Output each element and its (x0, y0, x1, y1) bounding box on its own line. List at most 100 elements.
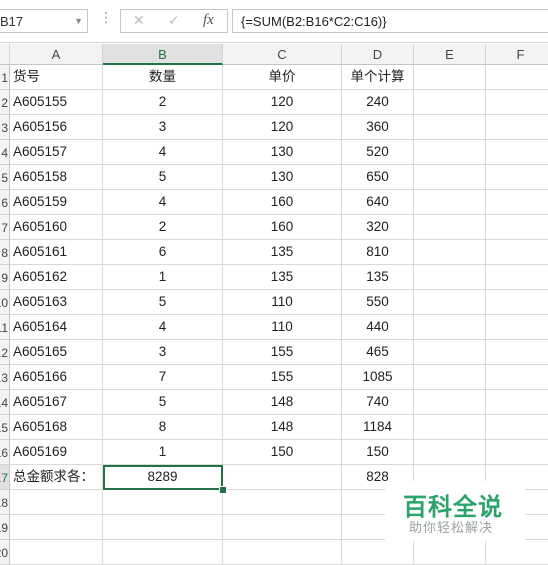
row-header[interactable]: 1 (0, 65, 10, 90)
cell-a2[interactable]: A605155 (10, 90, 103, 115)
row-header[interactable]: 3 (0, 115, 10, 140)
cell-b18[interactable] (103, 490, 223, 515)
cell-e14[interactable] (414, 390, 486, 415)
resize-handle-icon[interactable]: ⋮ (99, 9, 113, 26)
cell-f2[interactable] (486, 90, 548, 115)
row-header[interactable]: 14 (0, 390, 10, 415)
cell-f5[interactable] (486, 165, 548, 190)
cell-d8[interactable]: 810 (342, 240, 414, 265)
cell-a8[interactable]: A605161 (10, 240, 103, 265)
cell-e13[interactable] (414, 365, 486, 390)
column-header-b[interactable]: B (103, 44, 223, 65)
cell-d6[interactable]: 640 (342, 190, 414, 215)
column-header-f[interactable]: F (486, 44, 548, 65)
cell-c14[interactable]: 148 (223, 390, 342, 415)
cell-d16[interactable]: 150 (342, 440, 414, 465)
cell-c6[interactable]: 160 (223, 190, 342, 215)
cell-a12[interactable]: A605165 (10, 340, 103, 365)
cell-c10[interactable]: 110 (223, 290, 342, 315)
cell-e16[interactable] (414, 440, 486, 465)
row-header[interactable]: 7 (0, 215, 10, 240)
cell-e15[interactable] (414, 415, 486, 440)
cell-a20[interactable] (10, 540, 103, 565)
cell-a4[interactable]: A605157 (10, 140, 103, 165)
cell-c17[interactable] (223, 465, 342, 490)
cell-b1[interactable]: 数量 (103, 65, 223, 90)
cell-b7[interactable]: 2 (103, 215, 223, 240)
name-box[interactable]: B17 ▼ (0, 9, 88, 33)
cell-f13[interactable] (486, 365, 548, 390)
cell-f9[interactable] (486, 265, 548, 290)
enter-check-icon[interactable]: ✓ (168, 12, 180, 29)
cell-b11[interactable]: 4 (103, 315, 223, 340)
cell-f8[interactable] (486, 240, 548, 265)
row-header[interactable]: 4 (0, 140, 10, 165)
row-header[interactable]: 2 (0, 90, 10, 115)
cell-e10[interactable] (414, 290, 486, 315)
select-all-corner[interactable] (0, 44, 10, 65)
row-header[interactable]: 18 (0, 490, 10, 515)
cell-d20[interactable] (342, 540, 414, 565)
cell-b6[interactable]: 4 (103, 190, 223, 215)
cell-b5[interactable]: 5 (103, 165, 223, 190)
cell-a15[interactable]: A605168 (10, 415, 103, 440)
cell-c9[interactable]: 135 (223, 265, 342, 290)
cell-c5[interactable]: 130 (223, 165, 342, 190)
cell-a16[interactable]: A605169 (10, 440, 103, 465)
cell-c20[interactable] (223, 540, 342, 565)
cell-b20[interactable] (103, 540, 223, 565)
cell-f15[interactable] (486, 415, 548, 440)
row-header[interactable]: 8 (0, 240, 10, 265)
cell-f7[interactable] (486, 215, 548, 240)
row-header[interactable]: 19 (0, 515, 10, 540)
cell-c15[interactable]: 148 (223, 415, 342, 440)
insert-function-fx-icon[interactable]: fx (203, 12, 214, 29)
cell-d9[interactable]: 135 (342, 265, 414, 290)
cell-f14[interactable] (486, 390, 548, 415)
cell-d1[interactable]: 单个计算 (342, 65, 414, 90)
cell-c4[interactable]: 130 (223, 140, 342, 165)
cell-b9[interactable]: 1 (103, 265, 223, 290)
cell-a7[interactable]: A605160 (10, 215, 103, 240)
cell-d2[interactable]: 240 (342, 90, 414, 115)
cell-b12[interactable]: 3 (103, 340, 223, 365)
row-header[interactable]: 16 (0, 440, 10, 465)
cell-b10[interactable]: 5 (103, 290, 223, 315)
cell-c1[interactable]: 单价 (223, 65, 342, 90)
cell-a11[interactable]: A605164 (10, 315, 103, 340)
row-header[interactable]: 20 (0, 540, 10, 565)
cell-f12[interactable] (486, 340, 548, 365)
cell-c12[interactable]: 155 (223, 340, 342, 365)
cell-f6[interactable] (486, 190, 548, 215)
cell-d3[interactable]: 360 (342, 115, 414, 140)
cell-b19[interactable] (103, 515, 223, 540)
cell-f1[interactable] (486, 65, 548, 90)
cell-c3[interactable]: 120 (223, 115, 342, 140)
cell-d14[interactable]: 740 (342, 390, 414, 415)
formula-input[interactable]: {=SUM(B2:B16*C2:C16)} (232, 9, 548, 33)
cell-c19[interactable] (223, 515, 342, 540)
cell-c13[interactable]: 155 (223, 365, 342, 390)
cell-e7[interactable] (414, 215, 486, 240)
column-header-c[interactable]: C (223, 44, 342, 65)
cell-a13[interactable]: A605166 (10, 365, 103, 390)
row-header[interactable]: 15 (0, 415, 10, 440)
cell-a9[interactable]: A605162 (10, 265, 103, 290)
cell-d5[interactable]: 650 (342, 165, 414, 190)
cell-e11[interactable] (414, 315, 486, 340)
cell-d15[interactable]: 1184 (342, 415, 414, 440)
cell-e5[interactable] (414, 165, 486, 190)
cell-b8[interactable]: 6 (103, 240, 223, 265)
cell-a17[interactable]: 总金额求各： (10, 465, 103, 490)
cell-b17[interactable]: 8289 (103, 465, 223, 490)
cell-e4[interactable] (414, 140, 486, 165)
cell-a14[interactable]: A605167 (10, 390, 103, 415)
cell-e9[interactable] (414, 265, 486, 290)
row-header[interactable]: 9 (0, 265, 10, 290)
cell-f3[interactable] (486, 115, 548, 140)
row-header[interactable]: 11 (0, 315, 10, 340)
cell-c7[interactable]: 160 (223, 215, 342, 240)
cell-c2[interactable]: 120 (223, 90, 342, 115)
cell-b14[interactable]: 5 (103, 390, 223, 415)
cell-f16[interactable] (486, 440, 548, 465)
